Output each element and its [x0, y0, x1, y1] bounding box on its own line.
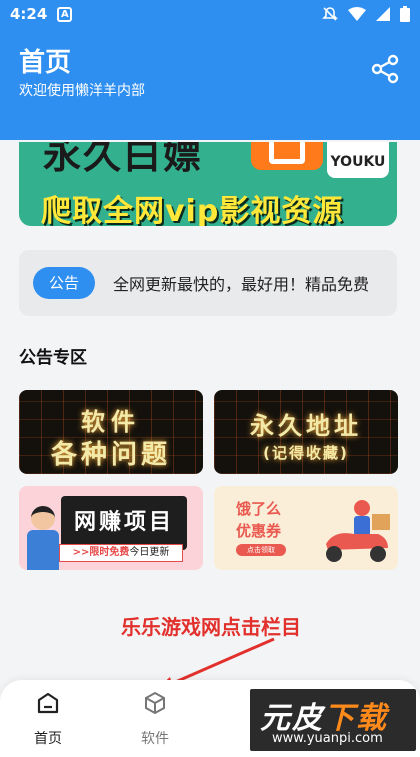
page-title: 首页 [19, 48, 72, 78]
youku-logo: YOUKU [327, 142, 389, 178]
status-time: 4:24 [10, 5, 48, 23]
share-icon[interactable] [370, 54, 400, 84]
card-software-issues[interactable]: 软件 各种问题 [19, 390, 203, 474]
card-eleme-coupon[interactable]: 饿了么 优惠券 点击领取 [214, 486, 398, 570]
site-watermark: 元皮下载 www.yuanpi.com [250, 689, 416, 751]
watermark-url: www.yuanpi.com [272, 731, 383, 746]
status-bar: 4:24 A [0, 0, 420, 28]
notice-bar[interactable]: 公告 全网更新最快的，最好用！精品免费 [19, 250, 397, 316]
banner-subline: 爬取全网vip影视资源 [41, 194, 344, 226]
card-subtitle: (记得收藏) [263, 444, 349, 462]
battery-icon [400, 6, 410, 22]
card-board: 网赚项目 [61, 496, 187, 550]
notice-tag: 公告 [33, 267, 95, 299]
home-icon [37, 692, 59, 714]
page-subtitle: 欢迎使用懒洋羊内部 [19, 83, 145, 99]
card-subtitle: 优惠券 [236, 522, 282, 540]
nav-label: 首页 [34, 731, 62, 747]
card-title: 永久地址 [250, 412, 362, 440]
nav-home[interactable]: 首页 [13, 690, 83, 748]
app-header: 首页 欢迎使用懒洋羊内部 [0, 28, 420, 140]
card-title: 软件 [81, 408, 141, 436]
person-illustration [27, 506, 59, 570]
wifi-icon [348, 7, 366, 21]
card-title: 网赚项目 [73, 510, 174, 535]
main-content: 永久白嫖 YOUKU 爬取全网vip影视资源 公告 全网更新最快的，最好用！精品… [0, 140, 420, 693]
promo-banner[interactable]: 永久白嫖 YOUKU 爬取全网vip影视资源 [19, 142, 397, 226]
card-title: 饿了么 [236, 500, 282, 518]
section-title: 公告专区 [19, 348, 87, 368]
nav-software[interactable]: 软件 [120, 690, 190, 748]
claim-button: 点击领取 [236, 544, 286, 556]
notification-icon: A [57, 6, 73, 22]
notice-text: 全网更新最快的，最好用！精品免费 [113, 275, 370, 294]
mute-icon [322, 7, 338, 21]
scooter-icon [326, 500, 390, 562]
card-permanent-address[interactable]: 永久地址 (记得收藏) [214, 390, 398, 474]
cube-icon [145, 691, 165, 715]
status-icons [322, 6, 410, 22]
mango-tv-logo [251, 142, 323, 170]
card-ribbon: >>限时免费今日更新 [59, 544, 183, 562]
signal-icon [376, 7, 390, 21]
nav-label: 软件 [141, 731, 169, 747]
banner-headline: 永久白嫖 [43, 142, 204, 177]
card-subtitle: 各种问题 [50, 440, 171, 470]
card-earn-money[interactable]: 网赚项目 >>限时免费今日更新 [19, 486, 203, 570]
